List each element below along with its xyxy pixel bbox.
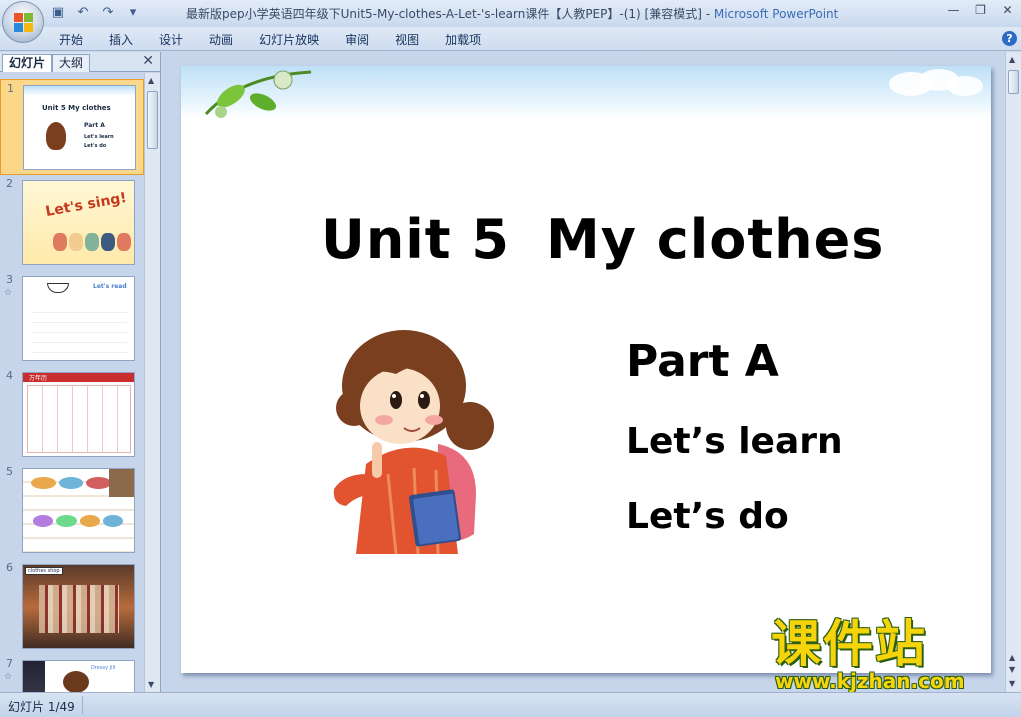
watermark-cn-text: 课件站 xyxy=(771,615,927,673)
thumbnail-number: 4 xyxy=(6,369,13,382)
thumbnail-scrollbar[interactable]: ▲ ▼ xyxy=(144,73,160,692)
photo-image xyxy=(109,469,134,497)
slide-title: Unit 5 My clothes xyxy=(321,208,884,271)
office-button[interactable] xyxy=(2,1,44,43)
word-list xyxy=(31,303,127,353)
thumbnail-row[interactable]: 4 万年历 xyxy=(0,367,144,463)
ribbon: 开始 插入 设计 动画 幻灯片放映 审阅 视图 加载项 ? xyxy=(0,27,1021,51)
thumbnail-title: Unit 5 My clothes xyxy=(42,104,111,112)
slide-canvas[interactable]: Unit 5 My clothes Part A Let’s learn Let… xyxy=(181,66,991,673)
undo-icon[interactable]: ↶ xyxy=(75,5,91,21)
slide-thumbnail[interactable]: Let's read xyxy=(22,276,135,361)
vine-decoration xyxy=(204,70,312,118)
document-title: 最新版pep小学英语四年级下Unit5-My-clothes-A-Let-'s-… xyxy=(186,7,714,21)
slide-thumbnail[interactable]: Dressy Jill xyxy=(22,660,135,692)
tab-addins[interactable]: 加载项 xyxy=(445,31,481,48)
scroll-up-icon[interactable]: ▲ xyxy=(1009,55,1015,64)
tab-view[interactable]: 视图 xyxy=(395,31,419,48)
scroll-down-icon[interactable]: ▼ xyxy=(1009,679,1015,688)
close-icon[interactable]: ✕ xyxy=(142,53,154,69)
title-bar: ▣ ↶ ↷ ▾ 最新版pep小学英语四年级下Unit5-My-clothes-A… xyxy=(0,0,1021,27)
scroll-down-icon[interactable]: ▼ xyxy=(148,680,154,689)
thumbnail-list: 1 Unit 5 My clothes Part A Let's learn L… xyxy=(0,73,144,692)
title-unit: Unit 5 xyxy=(321,208,510,271)
tab-slides[interactable]: 幻灯片 xyxy=(2,54,53,72)
slide-editor: Unit 5 My clothes Part A Let’s learn Let… xyxy=(162,52,1005,692)
thumbnail-row[interactable]: 5 xyxy=(0,463,144,559)
part-label: Part A xyxy=(626,336,779,387)
slide-thumbnail[interactable]: Unit 5 My clothes Part A Let's learn Let… xyxy=(23,85,136,170)
tab-animations[interactable]: 动画 xyxy=(209,31,233,48)
thumbnail-row[interactable]: 2 Let's sing! xyxy=(0,175,144,271)
minimize-icon[interactable]: — xyxy=(940,0,967,20)
ribbon-tabs: 开始 插入 设计 动画 幻灯片放映 审阅 视图 加载项 xyxy=(59,31,507,48)
girl-icon xyxy=(46,122,66,150)
lets-do-label: Let’s do xyxy=(626,496,789,537)
thumbnail-number: 3 xyxy=(6,273,13,286)
office-logo-icon xyxy=(14,13,34,33)
lets-learn-label: Let’s learn xyxy=(626,421,843,462)
tab-outline[interactable]: 大纲 xyxy=(52,54,91,72)
tab-insert[interactable]: 插入 xyxy=(109,31,133,48)
thumbnail-row[interactable]: 7 ☆ Dressy Jill xyxy=(0,655,144,692)
thumbnail-row[interactable]: 1 Unit 5 My clothes Part A Let's learn L… xyxy=(0,79,144,175)
window-controls: — ❐ ✕ xyxy=(940,0,1021,20)
previous-slide-icon[interactable]: ▲ xyxy=(1009,653,1015,662)
thumbnail-number: 5 xyxy=(6,465,13,478)
thumbnail-title: Let's read xyxy=(93,283,127,290)
slide-thumbnail[interactable]: clothes shop xyxy=(22,564,135,649)
help-icon[interactable]: ? xyxy=(1002,31,1017,46)
thumbnail-number: 7 xyxy=(6,657,13,670)
watermark-url-text: www.kjzhan.com xyxy=(775,669,965,693)
customize-qat-icon[interactable]: ▾ xyxy=(125,5,141,21)
title-topic: My clothes xyxy=(546,208,885,271)
save-icon[interactable]: ▣ xyxy=(50,5,66,21)
thumbnail-line: Part A xyxy=(84,122,105,129)
slides-pane: 幻灯片 大纲 ✕ 1 Unit 5 My clothes Part A Let'… xyxy=(0,52,161,692)
thumbnail-row[interactable]: 3 ☆ Let's read xyxy=(0,271,144,367)
slide-thumbnail[interactable]: 万年历 xyxy=(22,372,135,457)
slide-scrollbar[interactable]: ▲ ▲ ▼ ▼ xyxy=(1005,52,1021,692)
watermark-logo: 课件站 www.kjzhan.com xyxy=(771,617,1003,693)
thumbnail-title: clothes shop xyxy=(25,567,63,575)
girl-illustration xyxy=(333,330,494,554)
thumbnail-title: Dressy Jill xyxy=(91,665,116,671)
cloud-decoration xyxy=(889,69,983,96)
girl-icon xyxy=(63,671,89,692)
thumbnail-line: Let's learn xyxy=(84,134,114,140)
scroll-up-icon[interactable]: ▲ xyxy=(148,76,154,85)
thumbnail-number: 2 xyxy=(6,177,13,190)
thumbnail-title: 万年历 xyxy=(29,375,48,382)
status-divider xyxy=(82,696,83,714)
tab-slideshow[interactable]: 幻灯片放映 xyxy=(259,31,319,48)
thumbnail-number: 6 xyxy=(6,561,13,574)
next-slide-icon[interactable]: ▼ xyxy=(1009,665,1015,674)
thumbnail-number: 1 xyxy=(7,82,14,95)
redo-icon[interactable]: ↷ xyxy=(100,5,116,21)
tab-review[interactable]: 审阅 xyxy=(345,31,369,48)
animation-icon: ☆ xyxy=(4,672,13,682)
calendar-grid xyxy=(27,385,131,453)
slide-counter: 幻灯片 1/49 xyxy=(8,700,75,714)
animation-icon: ☆ xyxy=(4,288,13,298)
window-title: 最新版pep小学英语四年级下Unit5-My-clothes-A-Let-'s-… xyxy=(186,5,838,22)
close-icon[interactable]: ✕ xyxy=(994,0,1021,20)
thumbnail-row[interactable]: 6 clothes shop xyxy=(0,559,144,655)
shirt-icon xyxy=(47,283,69,293)
quick-access-toolbar: ▣ ↶ ↷ ▾ xyxy=(50,5,141,21)
thumbnail-line: Let's do xyxy=(84,143,107,149)
tab-home[interactable]: 开始 xyxy=(59,31,83,48)
scrollbar-thumb[interactable] xyxy=(1008,70,1019,94)
restore-icon[interactable]: ❐ xyxy=(967,0,994,20)
dark-image xyxy=(23,661,45,692)
tab-design[interactable]: 设计 xyxy=(159,31,183,48)
pane-tabs: 幻灯片 大纲 ✕ xyxy=(0,52,160,72)
status-bar: 幻灯片 1/49 xyxy=(0,692,1021,717)
children-image xyxy=(53,233,131,251)
app-name: Microsoft PowerPoint xyxy=(713,7,839,21)
scrollbar-thumb[interactable] xyxy=(147,91,158,149)
slide-thumbnail[interactable]: Let's sing! xyxy=(22,180,135,265)
slide-thumbnail[interactable] xyxy=(22,468,135,553)
